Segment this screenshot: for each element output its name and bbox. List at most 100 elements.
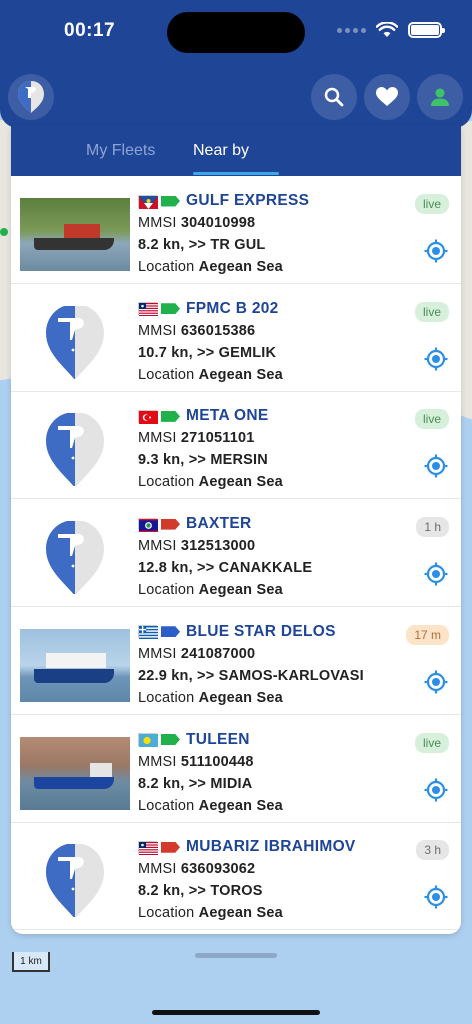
- mmsi-value: 271051101: [180, 430, 255, 447]
- vessel-placeholder-icon: [46, 521, 104, 595]
- vessel-title-line: GULF EXPRESS: [138, 190, 408, 212]
- vessel-row[interactable]: BAXTER MMSI 312513000 12.8 kn, >> CANAKKAL…: [11, 499, 461, 608]
- sheet-drag-handle[interactable]: [195, 953, 277, 958]
- vessel-name[interactable]: META ONE: [186, 407, 268, 425]
- speed-destination: 22.9 kn, >> SAMOS-KARLOVASI: [138, 667, 364, 684]
- vessel-thumbnail[interactable]: [20, 413, 130, 487]
- vessel-title-line: FPMC B 202: [138, 298, 408, 320]
- vessel-name[interactable]: FPMC B 202: [186, 300, 279, 318]
- locate-button[interactable]: [423, 453, 449, 479]
- status-badge: 17 m: [406, 624, 449, 645]
- vessel-name[interactable]: MUBARIZ IBRAHIMOV: [186, 838, 356, 856]
- vessel-name[interactable]: TULEEN: [186, 731, 250, 749]
- wifi-icon: [376, 22, 398, 37]
- vessel-mmsi: MMSI 312513000: [138, 535, 408, 557]
- flag-icon: [138, 409, 158, 424]
- status-badge: 3 h: [416, 840, 449, 861]
- battery-icon: [408, 22, 445, 38]
- status-badge: 1 h: [416, 517, 449, 538]
- location-label: Location: [138, 905, 195, 922]
- vessel-location: Location Aegean Sea: [138, 795, 408, 817]
- vessel-row[interactable]: META ONE MMSI 271051101 9.3 kn, >> MERSIN L…: [11, 391, 461, 500]
- locate-on-map-icon: [424, 239, 448, 263]
- vessel-title-line: BLUE STAR DELOS: [138, 621, 408, 643]
- mmsi-label: MMSI: [138, 861, 177, 878]
- vessel-mmsi: MMSI 241087000: [138, 643, 408, 665]
- status-badge: live: [414, 409, 449, 430]
- status-badge: live: [414, 732, 449, 753]
- vessel-name[interactable]: BLUE STAR DELOS: [186, 623, 336, 641]
- location-label: Location: [138, 259, 195, 275]
- cellular-signal-icon: [337, 27, 366, 33]
- locate-button[interactable]: [423, 669, 449, 695]
- mmsi-label: MMSI: [138, 215, 177, 231]
- vessel-thumbnail[interactable]: [20, 198, 130, 271]
- location-value: Aegean Sea: [198, 689, 283, 706]
- vessel-speed: 22.9 kn, >> SAMOS-KARLOVASI: [138, 665, 408, 687]
- ais-status-icon: [161, 841, 180, 853]
- search-button[interactable]: [311, 74, 357, 120]
- locate-button[interactable]: [423, 561, 449, 587]
- vessel-location: Location Aegean Sea: [138, 364, 408, 386]
- vessel-speed: 10.7 kn, >> GEMLIK: [138, 342, 408, 364]
- flag-icon: [138, 517, 158, 532]
- mmsi-value: 241087000: [180, 645, 256, 662]
- vessel-thumbnail[interactable]: [20, 305, 130, 379]
- vessel-info: MUBARIZ IBRAHIMOV MMSI 636093062 8.2 kn, >…: [138, 836, 408, 924]
- speed-destination: 12.8 kn, >> CANAKKALE: [138, 560, 313, 577]
- ais-status-icon: [161, 626, 180, 638]
- vessel-mmsi: MMSI 511100448: [138, 751, 408, 773]
- vessel-info: META ONE MMSI 271051101 9.3 kn, >> MERSIN L…: [138, 405, 408, 493]
- home-indicator[interactable]: [152, 1010, 320, 1015]
- flag-icon: [138, 194, 158, 209]
- vessel-location: Location Aegean Sea: [138, 256, 408, 278]
- active-tab-indicator: [193, 172, 279, 175]
- vessel-thumbnail[interactable]: [20, 628, 130, 702]
- app-logo-button[interactable]: [8, 74, 54, 120]
- tab-near-by[interactable]: Near by: [193, 142, 249, 160]
- vessel-thumbnail[interactable]: [20, 844, 130, 918]
- profile-button[interactable]: [417, 74, 463, 120]
- vessel-list-panel: My Fleets Near by GULF EXPRESS MMSI 30401…: [11, 126, 461, 934]
- speed-destination: 10.7 kn, >> GEMLIK: [138, 344, 277, 361]
- map-vessel-marker[interactable]: [0, 228, 8, 236]
- location-value: Aegean Sea: [198, 582, 283, 599]
- ship-hull: [34, 238, 114, 250]
- ship-superstructure: [64, 224, 100, 239]
- heart-icon: [376, 87, 398, 106]
- ais-status-icon: [161, 734, 180, 745]
- locate-button[interactable]: [423, 238, 449, 264]
- status-badge: live: [414, 301, 449, 322]
- vessel-row[interactable]: FPMC B 202 MMSI 636015386 10.7 kn, >> GEML…: [11, 284, 461, 392]
- mmsi-label: MMSI: [138, 430, 177, 447]
- vessel-name[interactable]: GULF EXPRESS: [186, 192, 309, 210]
- mmsi-label: MMSI: [138, 753, 177, 770]
- vessel-row[interactable]: MUBARIZ IBRAHIMOV MMSI 636093062 8.2 kn, >…: [11, 822, 461, 931]
- locate-on-map-icon: [424, 778, 448, 801]
- ais-status-icon: [161, 303, 180, 315]
- vessel-row[interactable]: BLUE STAR DELOS MMSI 241087000 22.9 kn, >>…: [11, 607, 461, 715]
- vessel-thumbnail[interactable]: [20, 521, 130, 595]
- locate-on-map-icon: [424, 670, 448, 694]
- vessel-row[interactable]: TULEEN MMSI 511100448 8.2 kn, >> MIDIA Loca…: [11, 715, 461, 823]
- vessel-name[interactable]: BAXTER: [186, 515, 252, 533]
- mmsi-value: 312513000: [180, 538, 256, 555]
- tab-my-fleets[interactable]: My Fleets: [86, 142, 155, 160]
- vessel-location: Location Aegean Sea: [138, 579, 408, 601]
- vessel-info: BAXTER MMSI 312513000 12.8 kn, >> CANAKKAL…: [138, 513, 408, 601]
- vessel-thumbnail[interactable]: [20, 736, 130, 810]
- locate-on-map-icon: [424, 454, 448, 478]
- vessel-row[interactable]: GULF EXPRESS MMSI 304010998 8.2 kn, >> TR …: [11, 176, 461, 284]
- mmsi-label: MMSI: [138, 322, 177, 339]
- locate-button[interactable]: [423, 346, 449, 372]
- locate-button[interactable]: [423, 777, 449, 803]
- locate-button[interactable]: [423, 884, 449, 910]
- vessel-speed: 8.2 kn, >> MIDIA: [138, 773, 408, 795]
- mmsi-value: 636015386: [180, 322, 256, 339]
- favorites-button[interactable]: [364, 74, 410, 120]
- speed-destination: 9.3 kn, >> MERSIN: [138, 452, 268, 469]
- vessel-mmsi: MMSI 271051101: [138, 427, 408, 449]
- location-label: Location: [138, 797, 195, 814]
- vessel-location: Location Aegean Sea: [138, 471, 408, 493]
- ais-status-icon: [161, 518, 180, 530]
